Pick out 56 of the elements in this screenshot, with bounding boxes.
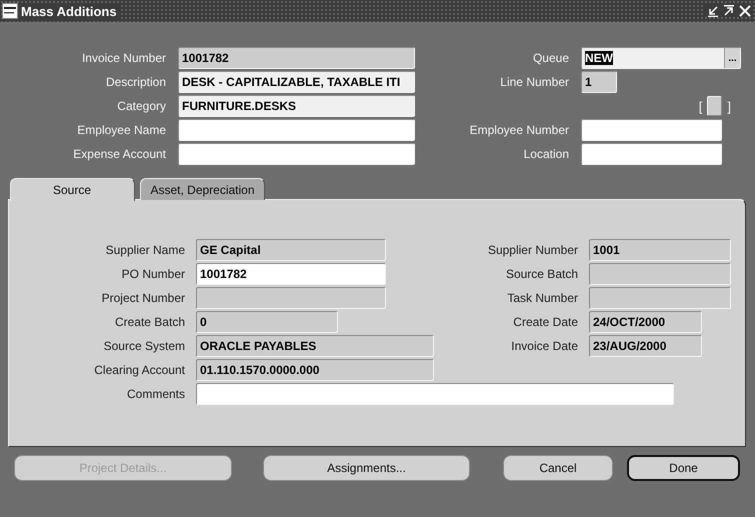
field-label: Invoice Number [80, 51, 166, 65]
text-field[interactable]: GE Capital [196, 239, 386, 261]
lov-button[interactable]: ... [724, 48, 740, 68]
field-label: Queue [532, 51, 569, 65]
tab[interactable]: Source [10, 178, 135, 201]
field-label: Supplier Number [486, 243, 578, 257]
field-label: Source System [102, 339, 185, 353]
text-field[interactable]: 24/OCT/2000 [589, 311, 702, 333]
text-field[interactable]: DESK - CAPITALIZABLE, TAXABLE ITI [178, 71, 415, 93]
dialog-button[interactable]: Cancel [503, 455, 613, 481]
text-field[interactable]: 1001782 [178, 47, 415, 69]
text-field[interactable]: 01.110.1570.0000.000 [196, 359, 434, 381]
text-field[interactable]: 1001782 [196, 263, 386, 285]
text-field[interactable]: ORACLE PAYABLES [196, 335, 434, 357]
app-logo-icon [2, 3, 18, 19]
text-field[interactable] [178, 119, 415, 141]
field-label: Create Batch [114, 315, 185, 329]
text-field[interactable] [196, 287, 386, 309]
text-field[interactable]: 23/AUG/2000 [589, 335, 702, 357]
field-label: Clearing Account [93, 363, 185, 377]
field-label: Line Number [499, 75, 569, 89]
text-field[interactable] [196, 383, 674, 405]
field-label: PO Number [120, 267, 185, 281]
text-field[interactable]: 0 [196, 311, 338, 333]
bracket-text: [ [698, 98, 702, 114]
text-field[interactable] [581, 119, 722, 141]
maximize-icon[interactable] [723, 5, 735, 17]
field-label: Create Date [512, 315, 578, 329]
field-label: Expense Account [72, 147, 166, 161]
field-label: Category [116, 99, 166, 113]
field-label: Project Number [100, 291, 185, 305]
field-label: Supplier Name [104, 243, 185, 257]
window-title: Mass Additions [18, 4, 121, 18]
text-field[interactable] [581, 143, 722, 165]
bracket-text: ] [727, 98, 731, 114]
field-label: Task Number [506, 291, 578, 305]
field-label: Description [104, 75, 166, 89]
field-label: Source Batch [504, 267, 578, 281]
field-label: Invoice Date [510, 339, 578, 353]
field-label: Location [522, 147, 569, 161]
text-field[interactable] [589, 287, 731, 309]
close-icon[interactable] [739, 5, 751, 17]
field-label: Comments [126, 387, 185, 401]
text-field[interactable] [178, 143, 415, 165]
minimize-icon[interactable] [707, 5, 719, 17]
tab[interactable]: Asset, Depreciation [140, 178, 265, 200]
text-field[interactable]: FURNITURE.DESKS [178, 95, 415, 117]
field-label: Employee Number [468, 123, 569, 137]
field-label: Employee Name [76, 123, 166, 137]
dialog-button[interactable]: Done [627, 455, 740, 481]
text-field[interactable]: 1 [581, 71, 617, 93]
dialog-button[interactable]: Assignments... [263, 455, 470, 481]
flexfield-button[interactable] [707, 96, 722, 116]
text-field[interactable] [589, 263, 731, 285]
text-field[interactable]: 1001 [589, 239, 731, 261]
text-field[interactable]: NEW ... [581, 47, 741, 69]
